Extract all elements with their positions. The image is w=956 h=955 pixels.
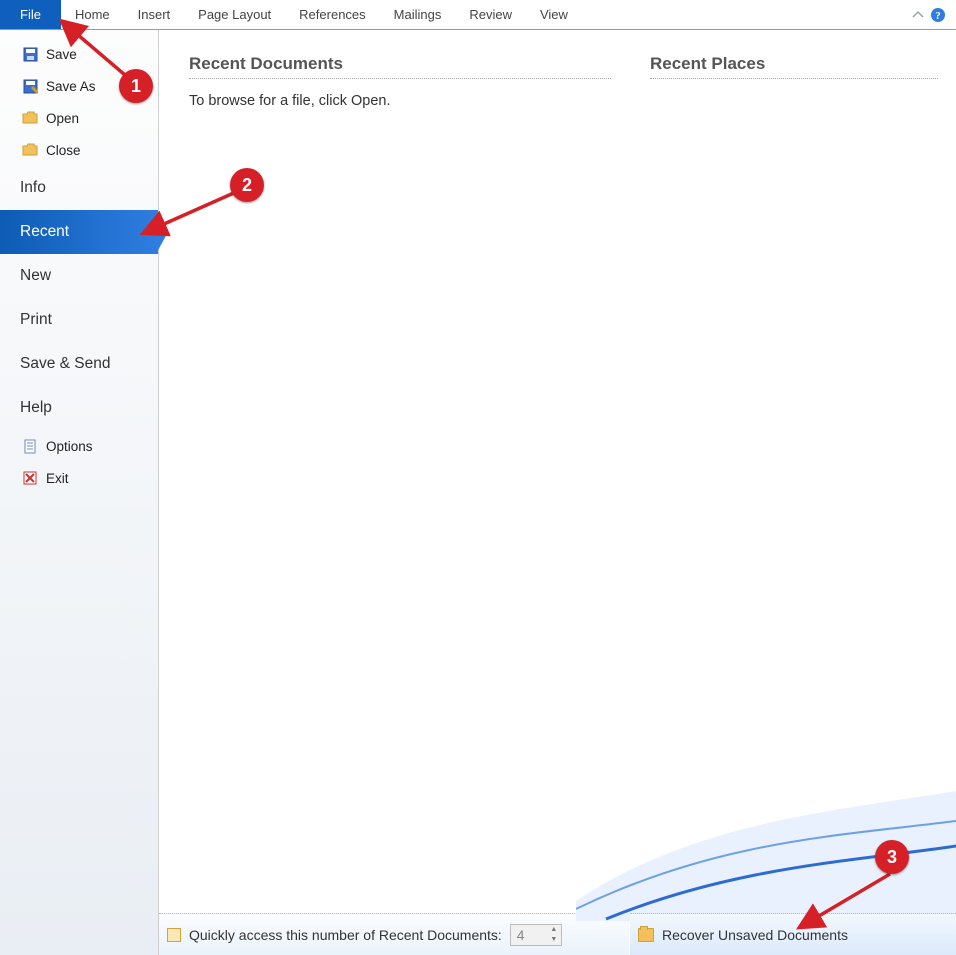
recent-documents-desc: To browse for a file, click Open.	[189, 93, 611, 109]
quick-access-footer: Quickly access this number of Recent Doc…	[159, 913, 629, 955]
help-icon[interactable]: ?	[928, 0, 948, 29]
spinner[interactable]: ▲▼	[547, 925, 561, 945]
quick-access-value: 4	[517, 927, 525, 943]
sidebar-open[interactable]: Open	[0, 102, 158, 134]
open-icon	[22, 110, 38, 126]
recent-documents-panel: Recent Documents To browse for a file, c…	[159, 30, 629, 955]
sidebar-print[interactable]: Print	[0, 298, 158, 342]
save-icon	[22, 46, 38, 62]
quick-access-checkbox[interactable]	[167, 928, 181, 942]
folder-icon	[638, 928, 654, 942]
annotation-badge-1: 1	[119, 69, 153, 103]
sidebar-exit-label: Exit	[46, 471, 69, 486]
annotation-badge-2: 2	[230, 168, 264, 202]
backstage-content: Recent Documents To browse for a file, c…	[159, 30, 956, 955]
recent-places-panel: Recent Places Recover Unsaved Documents	[629, 30, 956, 955]
minimize-ribbon-icon[interactable]	[908, 0, 928, 29]
sidebar-new[interactable]: New	[0, 254, 158, 298]
tab-view[interactable]: View	[526, 0, 582, 29]
exit-icon	[22, 470, 38, 486]
tab-mailings[interactable]: Mailings	[380, 0, 456, 29]
save-as-icon	[22, 78, 38, 94]
close-icon	[22, 142, 38, 158]
tab-review[interactable]: Review	[455, 0, 526, 29]
svg-text:?: ?	[935, 10, 941, 22]
options-icon	[22, 438, 38, 454]
tab-file[interactable]: File	[0, 0, 61, 29]
sidebar-exit[interactable]: Exit	[0, 462, 158, 494]
sidebar-help[interactable]: Help	[0, 386, 158, 430]
sidebar-options[interactable]: Options	[0, 430, 158, 462]
sidebar-info[interactable]: Info	[0, 166, 158, 210]
sidebar-open-label: Open	[46, 111, 79, 126]
sidebar-options-label: Options	[46, 439, 93, 454]
sidebar-close[interactable]: Close	[0, 134, 158, 166]
backstage-sidebar: Save Save As Open Close Info Recent New …	[0, 30, 159, 955]
sidebar-recent[interactable]: Recent	[0, 210, 158, 254]
quick-access-count[interactable]: 4 ▲▼	[510, 924, 562, 946]
recent-documents-title: Recent Documents	[189, 54, 611, 74]
quick-access-label: Quickly access this number of Recent Doc…	[189, 927, 502, 943]
tab-page-layout[interactable]: Page Layout	[184, 0, 285, 29]
sidebar-close-label: Close	[46, 143, 81, 158]
recent-places-title: Recent Places	[650, 54, 938, 74]
sidebar-save-send[interactable]: Save & Send	[0, 342, 158, 386]
annotation-arrow-2	[136, 186, 246, 241]
annotation-arrow-3	[790, 868, 900, 938]
tab-references[interactable]: References	[285, 0, 379, 29]
annotation-badge-3: 3	[875, 840, 909, 874]
